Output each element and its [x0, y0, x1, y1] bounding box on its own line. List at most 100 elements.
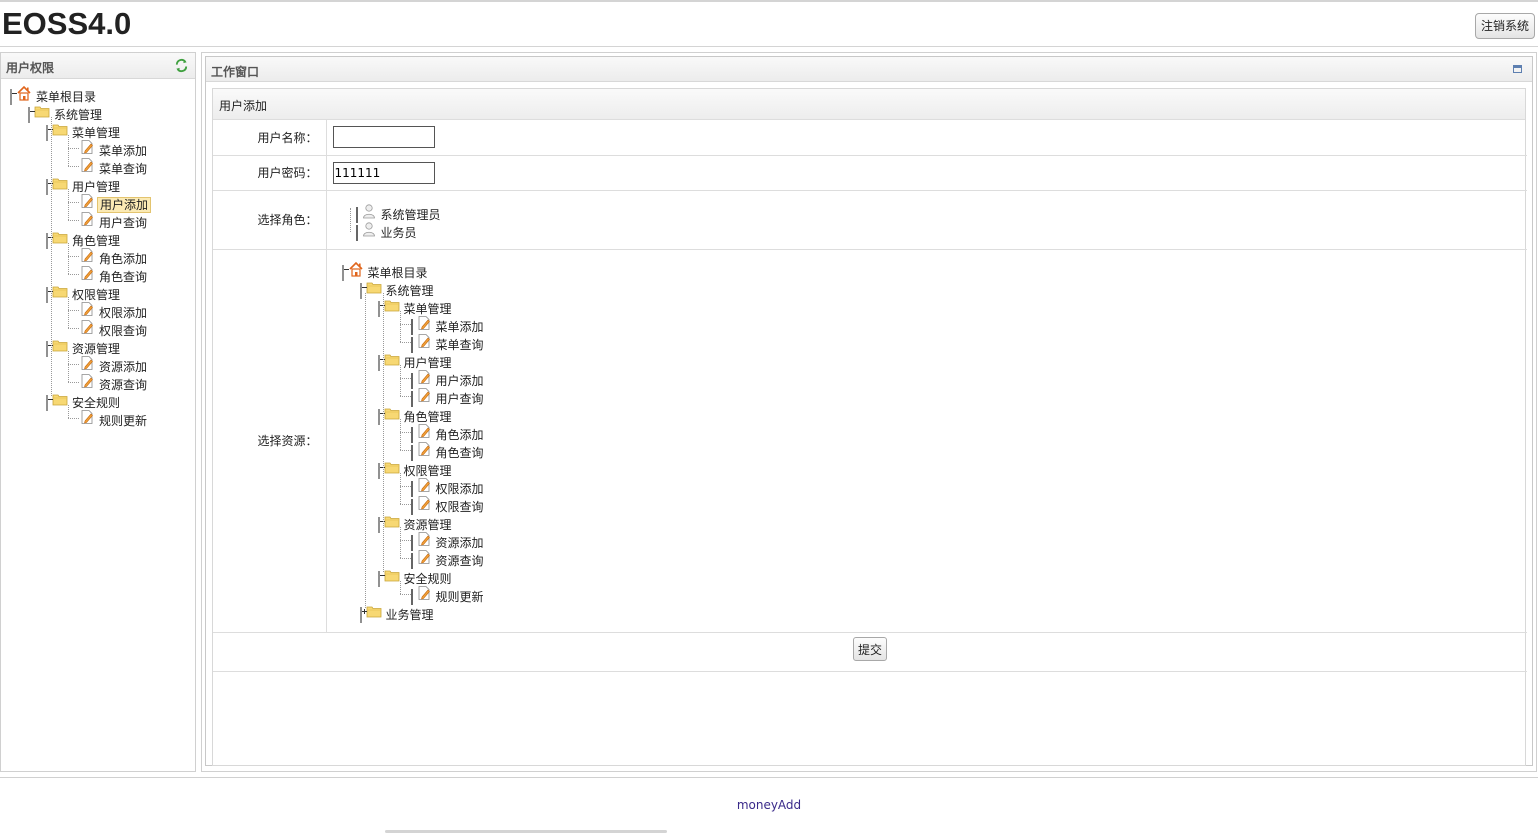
res-tree-root[interactable]: 菜单根目录 — [341, 261, 430, 281]
res-tree-item[interactable]: 角色查询 — [410, 441, 486, 461]
submit-button[interactable]: 提交 — [853, 637, 888, 661]
res-tree-item[interactable]: 用户查询 — [410, 387, 486, 407]
folder-icon — [384, 459, 400, 475]
collapse-icon[interactable] — [377, 300, 380, 317]
res-tree-item[interactable]: 权限查询 — [410, 495, 486, 515]
tree-group[interactable]: 菜单管理 — [46, 121, 122, 141]
checkbox[interactable] — [355, 224, 358, 241]
tree-connector — [399, 472, 401, 504]
collapse-icon[interactable] — [377, 462, 380, 479]
res-tree-group-label: 角色管理 — [403, 409, 452, 424]
refresh-icon[interactable] — [174, 58, 189, 73]
tree-connector — [364, 292, 366, 608]
collapse-icon[interactable] — [46, 287, 48, 303]
collapse-icon[interactable] — [10, 89, 12, 105]
res-tree-collapsed[interactable]: 业务管理 — [359, 603, 436, 623]
collapse-icon[interactable] — [46, 395, 48, 411]
tree-connector — [399, 323, 411, 325]
expand-icon[interactable] — [359, 606, 362, 623]
res-tree-group[interactable]: 资源管理 — [377, 513, 454, 533]
collapse-icon[interactable] — [377, 408, 380, 425]
tree-system[interactable]: 系统管理 — [28, 103, 104, 123]
tree-connector — [68, 364, 79, 365]
collapse-icon[interactable] — [46, 233, 48, 249]
tree-connector — [399, 449, 411, 451]
folder-icon — [384, 351, 400, 367]
tree-connector — [349, 207, 351, 232]
res-tree-group-label: 用户管理 — [403, 355, 452, 370]
res-tree-item-label: 菜单添加 — [435, 319, 484, 334]
tree-group[interactable]: 角色管理 — [46, 229, 122, 249]
password-input[interactable] — [332, 161, 435, 184]
tree-item[interactable]: 资源查询 — [79, 373, 149, 393]
tree-connector — [68, 351, 69, 382]
collapse-icon[interactable] — [359, 282, 362, 299]
tree-connector — [68, 202, 79, 203]
tree-item[interactable]: 权限添加 — [79, 301, 149, 321]
res-tree-system[interactable]: 系统管理 — [359, 279, 436, 299]
res-tree-group[interactable]: 权限管理 — [377, 459, 454, 479]
tree-item-label: 资源查询 — [99, 378, 148, 392]
form-header: 用户添加 — [213, 89, 1525, 120]
tree-item[interactable]: 角色查询 — [79, 265, 149, 285]
res-tree-item-label: 资源查询 — [435, 553, 484, 568]
page-edit-icon — [79, 193, 95, 209]
res-tree-item-label: 权限添加 — [435, 481, 484, 496]
logout-button[interactable]: 注销系统 — [1474, 13, 1535, 39]
username-input[interactable] — [332, 126, 435, 149]
res-tree-item[interactable]: 资源查询 — [410, 549, 486, 569]
tree-item[interactable]: 用户添加 — [79, 193, 152, 213]
res-tree-item[interactable]: 角色添加 — [410, 423, 486, 443]
tree-group[interactable]: 权限管理 — [46, 283, 122, 303]
tree-group-label: 角色管理 — [72, 234, 121, 248]
maximize-icon[interactable] — [1513, 65, 1522, 73]
res-tree-item[interactable]: 资源添加 — [410, 531, 486, 551]
tree-connector — [68, 418, 79, 419]
res-tree-item[interactable]: 权限添加 — [410, 477, 486, 497]
tree-connector — [399, 580, 401, 594]
user-icon — [361, 203, 377, 219]
collapse-icon[interactable] — [377, 570, 380, 587]
collapse-icon[interactable] — [46, 179, 48, 195]
tree-item[interactable]: 角色添加 — [79, 247, 149, 267]
collapse-icon[interactable] — [377, 354, 380, 371]
role-option[interactable]: 业务员 — [355, 221, 419, 241]
res-tree-group-label: 权限管理 — [403, 463, 452, 478]
tree-item[interactable]: 权限查询 — [79, 319, 149, 339]
page-edit-icon — [79, 355, 95, 371]
res-tree-group[interactable]: 用户管理 — [377, 351, 454, 371]
tree-group[interactable]: 安全规则 — [46, 391, 122, 411]
res-tree-item[interactable]: 用户添加 — [410, 369, 486, 389]
collapse-icon[interactable] — [341, 264, 344, 281]
tree-item[interactable]: 规则更新 — [79, 409, 149, 429]
res-tree-item[interactable]: 菜单添加 — [410, 315, 486, 335]
page-edit-icon — [416, 477, 432, 493]
tree-connector — [68, 405, 69, 418]
page-edit-icon — [79, 265, 95, 281]
tree-group[interactable]: 用户管理 — [46, 175, 122, 195]
app-title: EOSS4.0 — [2, 6, 132, 41]
res-tree-group[interactable]: 菜单管理 — [377, 297, 454, 317]
folder-icon — [384, 567, 400, 583]
res-tree-item[interactable]: 菜单查询 — [410, 333, 486, 353]
collapse-icon[interactable] — [28, 107, 30, 123]
tree-item[interactable]: 菜单查询 — [79, 157, 149, 177]
res-tree-group[interactable]: 角色管理 — [377, 405, 454, 425]
res-tree-item[interactable]: 规则更新 — [410, 585, 486, 605]
tree-connector — [68, 297, 69, 328]
tree-root[interactable]: 菜单根目录 — [10, 85, 98, 105]
tree-group[interactable]: 资源管理 — [46, 337, 122, 357]
tree-item[interactable]: 用户查询 — [79, 211, 149, 231]
tree-connector — [68, 135, 69, 166]
tree-item-label: 菜单添加 — [99, 144, 148, 158]
tree-connector — [68, 274, 79, 275]
res-tree-group[interactable]: 安全规则 — [377, 567, 454, 587]
collapse-icon[interactable] — [377, 516, 380, 533]
page-edit-icon — [79, 373, 95, 389]
role-option[interactable]: 系统管理员 — [355, 203, 443, 223]
user-add-form: 用户添加 用户名称： 用户密码： 选择角色： — [212, 88, 1527, 766]
tree-item[interactable]: 资源添加 — [79, 355, 149, 375]
collapse-icon[interactable] — [46, 125, 48, 141]
tree-item[interactable]: 菜单添加 — [79, 139, 149, 159]
collapse-icon[interactable] — [46, 341, 48, 357]
